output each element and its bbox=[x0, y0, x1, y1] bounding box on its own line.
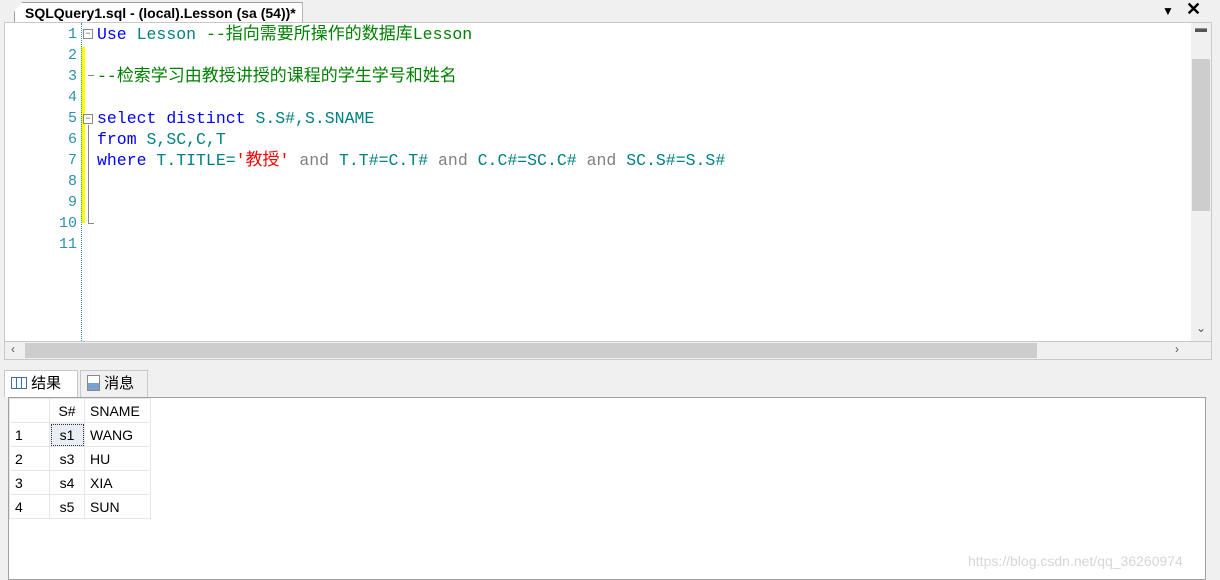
collapse-icon[interactable]: − bbox=[83, 114, 93, 124]
scroll-left-icon[interactable]: ‹ bbox=[11, 342, 15, 356]
code-token: -- bbox=[196, 25, 226, 44]
code-token: 指向需要所操作的数据库 bbox=[225, 24, 413, 44]
code-token: and bbox=[299, 151, 330, 170]
code-token: ' bbox=[235, 151, 246, 170]
vertical-scrollbar[interactable]: ▬ ⌄ bbox=[1191, 21, 1211, 341]
row-number-header bbox=[9, 398, 50, 423]
line-number: 6 bbox=[67, 131, 77, 148]
code-token: select bbox=[97, 109, 157, 128]
line-number: 7 bbox=[67, 152, 77, 169]
code-token: Lesson bbox=[136, 25, 197, 44]
code-token: Use bbox=[97, 25, 127, 44]
sql-editor[interactable]: 1 2 3 4 5 6 7 8 9 10 11 − − Use Lesson --指向需要所操作的数… bbox=[4, 21, 1212, 342]
tab-label: 消息 bbox=[104, 375, 135, 392]
row-number[interactable]: 1 bbox=[9, 422, 50, 447]
cell-sname[interactable]: HU bbox=[84, 446, 151, 471]
line-number: 10 bbox=[58, 215, 77, 232]
table-row[interactable]: 2 s3 HU bbox=[9, 446, 151, 471]
line-number: 5 bbox=[67, 110, 77, 127]
code-token: from bbox=[97, 130, 137, 149]
code-line[interactable]: from S,SC,C,T bbox=[97, 129, 226, 150]
code-line[interactable]: Use Lesson --指向需要所操作的数据库Lesson bbox=[97, 24, 472, 45]
cell-s-number[interactable]: s3 bbox=[49, 446, 85, 471]
horizontal-scroll-thumb[interactable] bbox=[25, 343, 1037, 358]
table-row[interactable]: 4 s5 SUN bbox=[9, 494, 151, 519]
tab-messages[interactable]: 消息 bbox=[80, 370, 148, 397]
line-number: 8 bbox=[67, 173, 77, 190]
tab-results[interactable]: 结果 bbox=[4, 370, 78, 397]
cell-sname[interactable]: SUN bbox=[84, 494, 151, 519]
code-token: T.TITLE= bbox=[156, 151, 236, 170]
line-number: 4 bbox=[67, 89, 77, 106]
collapse-icon[interactable]: − bbox=[83, 29, 93, 39]
document-tab-strip: SQLQuery1.sql - (local).Lesson (sa (54))… bbox=[0, 0, 1220, 23]
row-number[interactable]: 3 bbox=[9, 470, 50, 495]
code-token: distinct bbox=[166, 109, 246, 128]
scroll-down-icon[interactable]: ⌄ bbox=[1196, 321, 1206, 335]
table-row[interactable]: 1 s1 WANG bbox=[9, 422, 151, 447]
code-token: C.C#=SC.C# bbox=[477, 151, 577, 170]
horizontal-scrollbar[interactable]: ‹ › bbox=[4, 342, 1212, 360]
code-token: Lesson bbox=[412, 25, 473, 44]
code-line[interactable]: --检索学习由教授讲授的课程的学生学号和姓名 bbox=[97, 66, 457, 87]
code-token: 教授 bbox=[245, 150, 280, 170]
scroll-right-icon[interactable]: › bbox=[1175, 342, 1179, 356]
close-icon[interactable]: ✕ bbox=[1186, 0, 1201, 20]
code-token: and bbox=[438, 151, 468, 170]
row-number[interactable]: 2 bbox=[9, 446, 50, 471]
grid-icon bbox=[11, 377, 27, 389]
fold-guide bbox=[88, 75, 94, 76]
table-row[interactable]: 3 s4 XIA bbox=[9, 470, 151, 495]
code-line[interactable]: select distinct S.S#,S.SNAME bbox=[97, 108, 374, 129]
row-number[interactable]: 4 bbox=[9, 494, 50, 519]
code-token: S.S#,S.SNAME bbox=[255, 109, 375, 128]
code-token: -- bbox=[97, 67, 117, 86]
cell-sname[interactable]: WANG bbox=[84, 422, 151, 447]
code-token: where bbox=[97, 151, 147, 170]
code-token: ' bbox=[279, 151, 290, 170]
cell-s-number[interactable]: s5 bbox=[49, 494, 85, 519]
code-token: T.T#=C.T# bbox=[338, 151, 429, 170]
header-row: S# SNAME bbox=[9, 398, 151, 423]
column-header[interactable]: SNAME bbox=[84, 398, 151, 423]
cell-s-number[interactable]: s1 bbox=[49, 422, 85, 447]
chevron-down-icon[interactable]: ▼ bbox=[1162, 4, 1174, 18]
code-token: SC.S#=S.S# bbox=[626, 151, 726, 170]
tab-label: 结果 bbox=[31, 375, 62, 392]
column-header[interactable]: S# bbox=[49, 398, 85, 423]
line-number: 3 bbox=[67, 68, 77, 85]
fold-guide bbox=[88, 223, 94, 224]
cell-sname[interactable]: XIA bbox=[84, 470, 151, 495]
line-number: 9 bbox=[67, 194, 77, 211]
vertical-scroll-thumb[interactable] bbox=[1192, 59, 1210, 211]
code-line[interactable]: where T.TITLE='教授' and T.T#=C.T# and C.C… bbox=[97, 150, 725, 171]
watermark: https://blog.csdn.net/qq_36260974 bbox=[968, 553, 1183, 569]
code-token: 检索学习由教授讲授的课程的学生学号和姓名 bbox=[116, 66, 457, 86]
gutter-separator bbox=[81, 23, 82, 341]
messages-icon bbox=[87, 375, 100, 391]
cell-s-number[interactable]: s4 bbox=[49, 470, 85, 495]
document-tab[interactable]: SQLQuery1.sql - (local).Lesson (sa (54))… bbox=[14, 2, 303, 23]
code-token: and bbox=[586, 151, 617, 170]
line-number: 1 bbox=[67, 26, 77, 43]
line-number: 11 bbox=[58, 236, 77, 253]
code-token: S,SC,C,T bbox=[146, 130, 226, 149]
scroll-up-icon[interactable]: ▬ bbox=[1195, 21, 1207, 35]
line-number: 2 bbox=[67, 47, 77, 64]
fold-guide bbox=[88, 125, 89, 223]
